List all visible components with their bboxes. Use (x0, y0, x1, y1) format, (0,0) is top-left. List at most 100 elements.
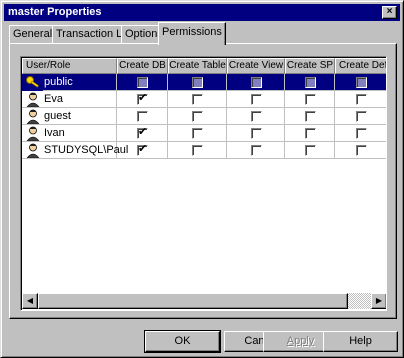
permission-cell-create-default (335, 74, 386, 91)
tab-label: General (13, 28, 53, 40)
permission-cell-create-default (335, 142, 386, 159)
permission-checkbox[interactable] (355, 111, 367, 122)
user-role-name: guest (44, 110, 71, 122)
column-header-user-role[interactable]: User/Role (22, 58, 117, 74)
checkmark-icon: ✔ (138, 143, 148, 155)
table-row[interactable]: Ivan ✔ (22, 125, 386, 142)
checkmark-icon: ✔ (138, 126, 148, 138)
permission-cell-create-default (335, 125, 386, 142)
permission-cell-create-db (117, 74, 168, 91)
user-icon (22, 125, 43, 142)
permission-cell-create-default (335, 91, 386, 108)
permission-cell-create-db: ✔ (117, 142, 168, 159)
permission-checkbox[interactable] (355, 77, 367, 88)
permission-checkbox[interactable] (192, 128, 203, 139)
table-row[interactable]: Eva ✔ (22, 91, 386, 108)
user-role-cell[interactable]: guest (22, 108, 117, 125)
permission-cell-create-default (335, 108, 386, 125)
permission-cell-create-view (227, 91, 285, 108)
scroll-thumb[interactable] (38, 293, 348, 309)
user-role-name: public (44, 76, 73, 88)
permission-checkbox[interactable] (192, 77, 203, 88)
permission-checkbox[interactable] (250, 111, 262, 122)
tab-general[interactable]: General (9, 25, 57, 44)
permission-cell-create-table (168, 91, 227, 108)
permission-cell-create-table (168, 108, 227, 125)
user-role-cell[interactable]: Eva (22, 91, 117, 108)
column-header-create-db[interactable]: Create DB (117, 58, 168, 74)
permission-checkbox[interactable] (192, 94, 203, 105)
tab-permissions[interactable]: Permissions (158, 22, 226, 45)
user-role-cell[interactable]: STUDYSQL\Paul (22, 142, 128, 159)
apply-label: Apply (286, 335, 315, 347)
permission-cell-create-view (227, 142, 285, 159)
permission-cell-create-view (227, 125, 285, 142)
permission-cell-create-view (227, 108, 285, 125)
properties-dialog: master Properties × General Transaction … (0, 0, 404, 358)
permission-cell-create-db: ✔ (117, 91, 168, 108)
user-role-cell[interactable]: Ivan (22, 125, 117, 142)
permission-checkbox[interactable] (304, 77, 316, 88)
scroll-left-button[interactable]: ◀ (22, 293, 38, 309)
horizontal-scrollbar[interactable]: ◀ ▶ (22, 293, 386, 309)
permission-cell-create-db (117, 108, 168, 125)
permission-cell-create-sp (285, 108, 335, 125)
grid-rows: public Eva ✔ guest Ivan ✔ STUDYSQL\Paul ✔ (22, 74, 386, 159)
tab-label: Permissions (162, 26, 222, 38)
table-row[interactable]: STUDYSQL\Paul ✔ (22, 142, 386, 159)
user-icon (22, 142, 43, 159)
permission-checkbox[interactable] (304, 145, 316, 156)
permission-checkbox[interactable]: ✔ (137, 143, 148, 156)
permission-checkbox[interactable] (304, 128, 316, 139)
permission-checkbox[interactable] (250, 145, 262, 156)
title-bar[interactable]: master Properties × (4, 4, 400, 21)
permission-checkbox[interactable] (250, 94, 262, 105)
permission-cell-create-table (168, 74, 227, 91)
help-button[interactable]: Help (323, 331, 398, 352)
close-button[interactable]: × (382, 6, 397, 19)
permission-checkbox[interactable] (192, 145, 203, 156)
permission-checkbox[interactable] (304, 111, 316, 122)
permission-checkbox[interactable] (355, 145, 367, 156)
permission-checkbox[interactable] (192, 111, 203, 122)
checkmark-icon: ✔ (138, 92, 148, 104)
user-role-name: Eva (44, 93, 63, 105)
permission-cell-create-table (168, 125, 227, 142)
permission-cell-create-sp (285, 125, 335, 142)
column-header-create-default[interactable]: Create Defa (335, 58, 386, 74)
permission-cell-create-sp (285, 142, 335, 159)
permission-checkbox[interactable] (250, 77, 262, 88)
permission-checkbox[interactable] (355, 94, 367, 105)
table-row[interactable]: public (22, 74, 386, 91)
column-header-create-table[interactable]: Create Table (168, 58, 227, 74)
close-icon: × (386, 6, 393, 17)
permission-checkbox[interactable] (304, 94, 316, 105)
permission-cell-create-view (227, 74, 285, 91)
permission-checkbox[interactable] (137, 77, 148, 88)
user-role-name: Ivan (44, 127, 65, 139)
permission-cell-create-table (168, 142, 227, 159)
permissions-grid[interactable]: User/Role Create DB Create Table Create … (20, 56, 387, 311)
permission-cell-create-sp (285, 91, 335, 108)
arrow-right-icon: ▶ (375, 296, 383, 305)
permission-cell-create-sp (285, 74, 335, 91)
user-icon (22, 91, 43, 108)
table-row[interactable]: guest (22, 108, 386, 125)
scroll-right-button[interactable]: ▶ (371, 293, 386, 309)
column-header-create-sp[interactable]: Create SP (285, 58, 335, 74)
arrow-left-icon: ◀ (26, 296, 34, 305)
ok-button[interactable]: OK (144, 330, 221, 353)
permission-checkbox[interactable]: ✔ (137, 92, 148, 105)
window-title: master Properties (8, 6, 102, 18)
user-role-cell[interactable]: public (22, 74, 117, 91)
permission-checkbox[interactable] (355, 128, 367, 139)
user-role-name: STUDYSQL\Paul (44, 144, 129, 156)
permission-cell-create-db: ✔ (117, 125, 168, 142)
role-key-icon (22, 74, 43, 91)
permission-checkbox[interactable] (250, 128, 262, 139)
user-icon (22, 108, 43, 125)
permission-checkbox[interactable]: ✔ (137, 126, 148, 139)
permission-checkbox[interactable] (137, 111, 148, 122)
column-header-create-view[interactable]: Create View (227, 58, 285, 74)
grid-header: User/Role Create DB Create Table Create … (22, 58, 386, 74)
